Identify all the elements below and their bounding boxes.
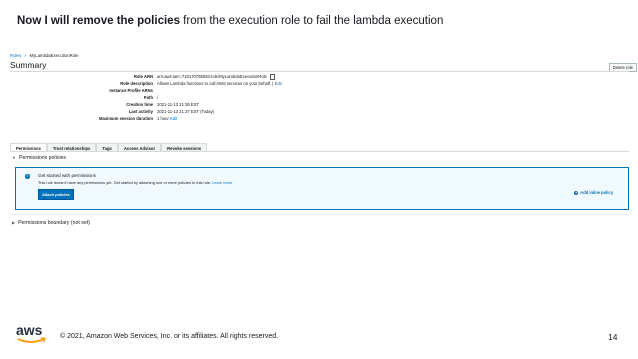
info-title: Get started with permissions <box>38 173 96 178</box>
summary-row-role-arn: Role ARN arn:aws:iam::716170765583:role/… <box>9 74 309 80</box>
summary-row-description: Role description Allows Lambda functions… <box>9 81 309 87</box>
summary-label: Instance Profile ARNs <box>109 88 153 93</box>
plus-icon: + <box>574 191 579 195</box>
summary-value: 2021-11-13 21:37 EST (Today) <box>157 109 215 114</box>
breadcrumb-separator: > <box>24 53 27 58</box>
summary-label: Role description <box>120 81 153 86</box>
slide-title-rest: from the execution role to fail the lamb… <box>179 15 444 27</box>
breadcrumb-roles-link[interactable]: Roles <box>10 53 21 58</box>
slide-title: Now I will remove the policies from the … <box>17 15 443 27</box>
summary-row-max-session: Maximum session duration 1 hour Edit <box>9 116 309 122</box>
edit-description-link[interactable]: Edit <box>275 81 282 86</box>
max-session-value: 1 hour <box>157 116 169 121</box>
get-started-info-box: i Get started with permissions This role… <box>15 167 629 210</box>
aws-logo-text: aws <box>16 322 43 338</box>
permissions-policies-toggle[interactable]: ▼ Permissions policies <box>12 155 66 161</box>
info-text: This role doesn't have any permissions y… <box>38 180 232 185</box>
permissions-boundary-title: Permissions boundary (not set) <box>18 220 90 226</box>
add-inline-policy-label: Add inline policy <box>580 190 613 195</box>
copy-icon[interactable] <box>269 74 275 80</box>
aws-logo-graphic: aws <box>16 322 47 343</box>
summary-row-last-activity: Last activity 2021-11-13 21:37 EST (Toda… <box>9 109 309 115</box>
info-text-body: This role doesn't have any permissions y… <box>38 180 212 185</box>
slide-title-bold: Now I will remove the policies <box>17 15 180 27</box>
summary-label: Role ARN <box>133 74 153 79</box>
summary-value: / <box>157 95 159 100</box>
caret-right-icon: ▶ <box>12 220 16 225</box>
summary-label: Last activity <box>128 109 153 114</box>
summary-value: 1 hour Edit <box>157 116 177 121</box>
summary-value: Allows Lambda functions to call AWS serv… <box>157 81 282 86</box>
info-icon: i <box>25 174 30 179</box>
tabs-underline <box>10 151 629 152</box>
breadcrumb: Roles > MyLambdaExecutionRole <box>10 53 78 58</box>
iam-console-screenshot: Roles > MyLambdaExecutionRole Summary Dele… <box>9 50 637 230</box>
copyright-text: © 2021, Amazon Web Services, Inc. or its… <box>60 333 279 340</box>
summary-value: 2021-11-13 21:36 EST <box>157 102 200 107</box>
page-number: 14 <box>608 332 618 342</box>
permissions-policies-title: Permissions policies <box>18 155 66 161</box>
breadcrumb-current: MyLambdaExecutionRole <box>29 53 79 58</box>
page-title: Summary <box>10 60 47 70</box>
caret-down-icon: ▼ <box>12 155 16 160</box>
summary-label: Maximum session duration <box>99 116 153 121</box>
summary-value: arn:aws:iam::716170765583:role/MyLambdaE… <box>157 74 275 80</box>
summary-row-creation-time: Creation time 2021-11-13 21:36 EST <box>9 102 309 108</box>
summary-row-path: Path / <box>9 95 309 101</box>
aws-smile-icon <box>17 338 45 343</box>
add-inline-policy-link[interactable]: + Add inline policy <box>574 190 613 195</box>
summary-label: Creation time <box>126 102 153 107</box>
learn-more-link[interactable]: Learn more <box>212 180 232 185</box>
attach-policies-button[interactable]: Attach policies <box>38 189 74 200</box>
role-tabs: Permissions Trust relationships Tags Acc… <box>10 143 208 152</box>
summary-row-instance-profile: Instance Profile ARNs <box>9 88 309 94</box>
summary-label: Path <box>143 95 153 100</box>
description-value: Allows Lambda functions to call AWS serv… <box>157 81 272 86</box>
edit-max-session-link[interactable]: Edit <box>170 116 177 121</box>
aws-logo: aws <box>15 322 49 351</box>
heading-divider <box>10 71 629 72</box>
permissions-boundary-toggle[interactable]: ▶ Permissions boundary (not set) <box>12 220 90 226</box>
section-divider <box>10 214 629 215</box>
role-arn-value: arn:aws:iam::716170765583:role/MyLambdaE… <box>157 74 267 79</box>
